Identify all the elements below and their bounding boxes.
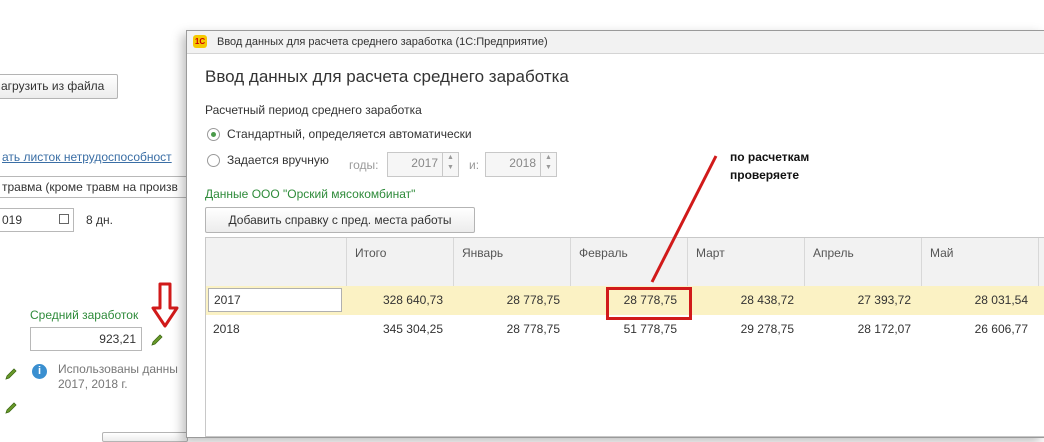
table-cell[interactable]: 28 438,72 bbox=[687, 286, 804, 315]
radio-manual-label[interactable]: Задается вручную bbox=[227, 153, 329, 167]
table-cell[interactable]: 28 031,54 bbox=[921, 286, 1038, 315]
annotation-line1: по расчеткам bbox=[730, 150, 810, 164]
background-form: агрузить из файла ать листок нетрудоспос… bbox=[0, 0, 190, 442]
load-from-file-button[interactable]: агрузить из файла bbox=[0, 74, 118, 99]
earnings-table: Итого Январь Февраль Март Апрель Май 201… bbox=[205, 237, 1044, 437]
column-header[interactable]: Итого bbox=[346, 238, 453, 286]
table-cell[interactable]: 29 278,75 bbox=[687, 315, 804, 344]
table-cell[interactable]: 328 640,73 bbox=[346, 286, 453, 315]
date-field-value: 019 bbox=[2, 213, 23, 227]
period-label: Расчетный период среднего заработка bbox=[205, 103, 422, 117]
sick-list-link[interactable]: ать листок нетрудоспособност bbox=[2, 150, 172, 164]
table-cell[interactable]: 28 778,75 bbox=[453, 315, 570, 344]
year-to-value: 2018 bbox=[509, 156, 536, 170]
table-cell[interactable]: 27 393,72 bbox=[804, 286, 921, 315]
annotation-arrow bbox=[650, 155, 718, 283]
down-arrow-icon bbox=[151, 282, 179, 328]
spin-arrows-icon[interactable]: ▲ ▼ bbox=[540, 153, 556, 176]
column-header-year bbox=[206, 238, 346, 286]
column-header[interactable]: Апрель bbox=[804, 238, 921, 286]
info-text-line2: 2017, 2018 г. bbox=[58, 377, 128, 391]
table-cell[interactable]: 26 606,77 bbox=[921, 315, 1038, 344]
avg-earnings-field[interactable]: 923,21 bbox=[30, 327, 142, 351]
org-data-label: Данные ООО "Орский мясокомбинат" bbox=[205, 187, 416, 201]
table-cell[interactable]: 28 172,07 bbox=[804, 315, 921, 344]
calendar-icon[interactable] bbox=[59, 214, 69, 224]
info-text: Использованы данны 2017, 2018 г. bbox=[58, 362, 178, 392]
column-header bbox=[1038, 238, 1044, 286]
years-label: годы: bbox=[349, 158, 379, 172]
radio-standard-label[interactable]: Стандартный, определяется автоматически bbox=[227, 127, 472, 141]
highlight-box bbox=[606, 287, 692, 320]
column-header[interactable]: Май bbox=[921, 238, 1038, 286]
pencil-icon[interactable] bbox=[150, 333, 164, 347]
radio-standard[interactable] bbox=[207, 128, 220, 141]
table-cell[interactable]: 28 778,75 bbox=[453, 286, 570, 315]
date-field[interactable]: 019 bbox=[0, 208, 74, 232]
spin-arrows-icon[interactable]: ▲ ▼ bbox=[442, 153, 458, 176]
to-label: и: bbox=[469, 158, 480, 172]
info-icon: i bbox=[32, 364, 47, 379]
window-titlebar: 1С Ввод данных для расчета среднего зара… bbox=[187, 31, 1044, 54]
table-header: Итого Январь Февраль Март Апрель Май bbox=[206, 238, 1044, 287]
column-header[interactable]: Январь bbox=[453, 238, 570, 286]
year-cell[interactable]: 2017 bbox=[208, 288, 342, 312]
table-cell[interactable]: 345 304,25 bbox=[346, 315, 453, 344]
avg-earnings-label: Средний заработок bbox=[30, 308, 139, 322]
year-cell[interactable]: 2018 bbox=[206, 315, 346, 344]
page-title: Ввод данных для расчета среднего заработ… bbox=[205, 67, 569, 86]
days-count: 8 дн. bbox=[86, 213, 113, 227]
average-earnings-window: 1С Ввод данных для расчета среднего зара… bbox=[186, 30, 1044, 438]
app-logo-icon: 1С bbox=[193, 35, 207, 48]
pencil-icon[interactable] bbox=[4, 367, 18, 381]
add-certificate-button[interactable]: Добавить справку с пред. места работы bbox=[205, 207, 475, 233]
annotation-text: по расчеткам проверяете bbox=[730, 148, 809, 184]
annotation-line2: проверяете bbox=[730, 168, 800, 182]
bottom-button[interactable] bbox=[102, 432, 188, 442]
year-from-field[interactable]: 2017 ▲ ▼ bbox=[387, 152, 459, 177]
info-text-line1: Использованы данны bbox=[58, 362, 178, 376]
injury-type-field[interactable]: травма (кроме травм на произв bbox=[0, 176, 190, 198]
year-from-value: 2017 bbox=[411, 156, 438, 170]
window-title: Ввод данных для расчета среднего заработ… bbox=[217, 36, 548, 48]
year-to-field[interactable]: 2018 ▲ ▼ bbox=[485, 152, 557, 177]
radio-manual[interactable] bbox=[207, 154, 220, 167]
pencil-icon[interactable] bbox=[4, 401, 18, 415]
